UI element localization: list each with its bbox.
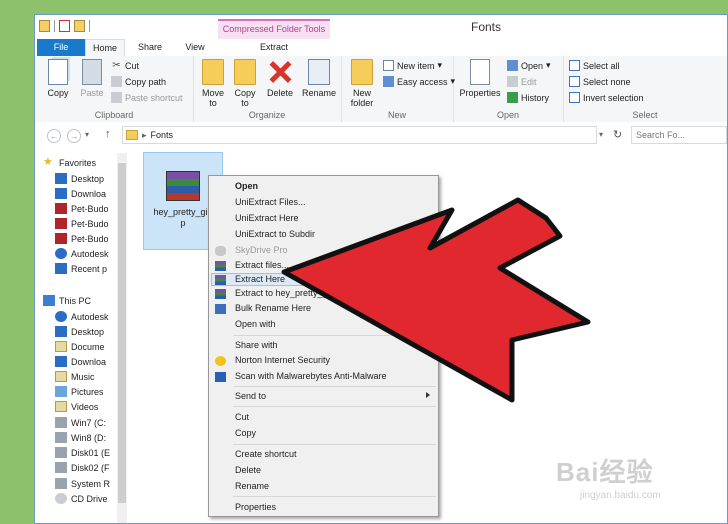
baidu-watermark-url: jingyan.baidu.com — [580, 490, 661, 501]
red-pointer-arrow-icon — [281, 197, 591, 403]
baidu-watermark: Bai经验 — [556, 457, 654, 487]
red-arrow-shape — [281, 197, 591, 403]
